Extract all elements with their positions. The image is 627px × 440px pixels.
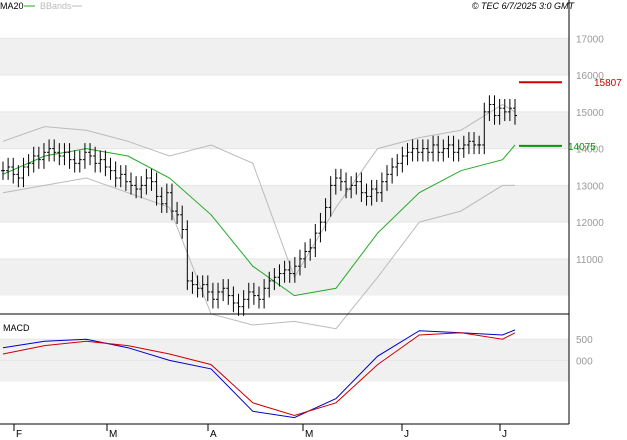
x-axis-tick-label: J xyxy=(502,429,507,440)
support-level-label: 14075 xyxy=(568,142,596,153)
legend: MA20 BBands xyxy=(0,1,82,11)
price-grid-band xyxy=(0,185,569,223)
resistance-level-label: 15807 xyxy=(594,78,622,89)
price-grid-band xyxy=(0,38,569,76)
price-y-tick-label: 15000 xyxy=(576,108,604,119)
price-y-tick-label: 13000 xyxy=(576,181,604,192)
price-y-tick-label: 11000 xyxy=(576,255,604,266)
x-axis-tick-label: M xyxy=(109,429,117,440)
x-axis-tick-label: M xyxy=(305,429,313,440)
macd-grid-band xyxy=(0,360,569,382)
macd-panel-title: MACD xyxy=(3,323,30,333)
price-y-tick-label: 17000 xyxy=(576,34,604,45)
macd-y-tick-label: 000 xyxy=(576,356,593,367)
macd-grid-band xyxy=(0,339,569,361)
macd-y-tick-label: 500 xyxy=(576,335,593,346)
x-axis-tick-label: J xyxy=(404,429,409,440)
x-axis-tick-label: A xyxy=(210,429,217,440)
price-y-tick-label: 12000 xyxy=(576,218,604,229)
stock-chart: 1700016000150001400013000120001100015807… xyxy=(0,0,627,440)
legend-bbands-label: BBands xyxy=(40,1,72,11)
x-axis-tick-label: F xyxy=(16,429,22,440)
copyright-timestamp: © TEC 6/7/2025 3:0 GMT xyxy=(472,1,576,11)
legend-ma20-label: MA20 xyxy=(0,1,24,11)
